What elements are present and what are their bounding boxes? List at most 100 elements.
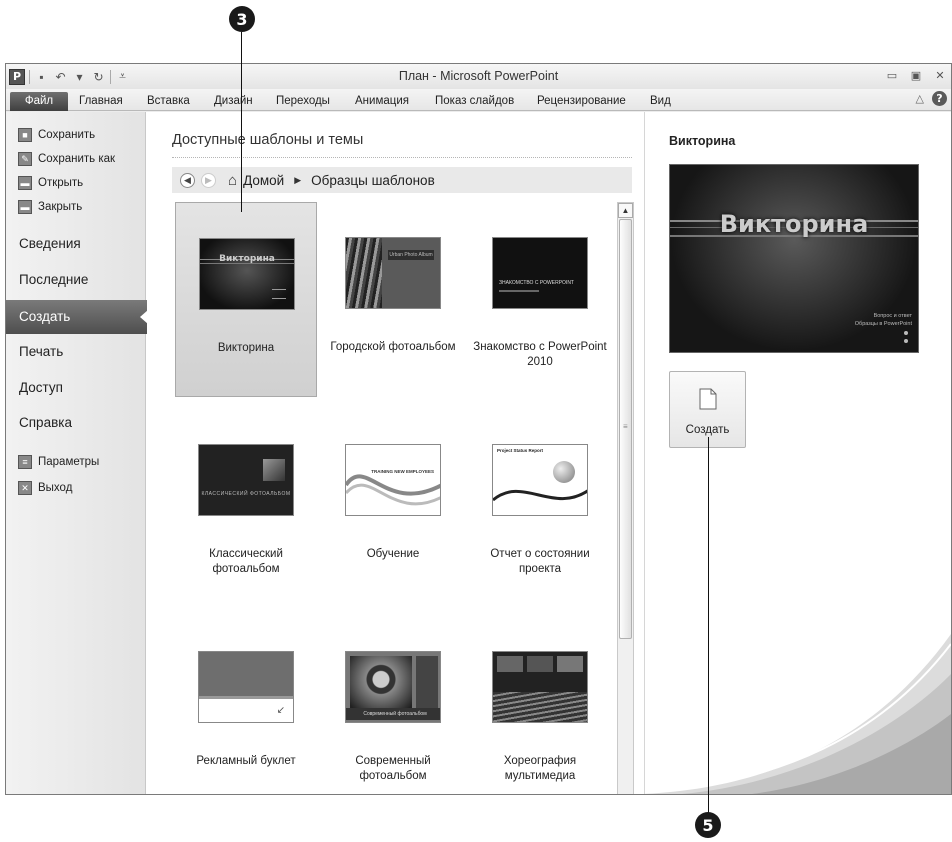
nav-save-as-label: Сохранить как <box>38 153 116 165</box>
template-tile-modern-album[interactable]: Современный фотоальбом Современный фотоа… <box>322 616 464 794</box>
nav-save[interactable]: ■ Сохранить <box>18 125 95 145</box>
tab-transitions[interactable]: Переходы <box>276 92 330 111</box>
nav-close-label: Закрыть <box>38 201 83 213</box>
breadcrumb-home[interactable]: Домой <box>243 173 284 188</box>
home-icon[interactable]: ⌂ <box>228 172 237 189</box>
template-label: Отчет о состоянии проекта <box>490 548 590 575</box>
template-thumbnail: Project Status Report <box>492 444 588 516</box>
thumbnail-title: Викторина <box>219 254 275 264</box>
scrollbar-thumb[interactable]: ≡ <box>619 219 632 639</box>
template-label: Классический фотоальбом <box>209 548 283 575</box>
template-thumbnail: КЛАССИЧЕСКИЙ ФОТОАЛЬБОМ <box>198 444 294 516</box>
quick-access-toolbar: P ▪ ↶ ▾ ↻ ⩡ <box>6 68 130 85</box>
preview-title: Викторина <box>669 134 736 148</box>
thumbnail-title: КЛАССИЧЕСКИЙ ФОТОАЛЬБОМ <box>201 491 291 497</box>
preview-slide-subtitle: Вопрос и ответ <box>873 313 912 319</box>
scroll-up-icon[interactable]: ▲ <box>618 203 633 218</box>
grip-icon: ≡ <box>623 422 628 431</box>
templates-heading: Доступные шаблоны и темы <box>172 132 364 148</box>
restore-window-icon[interactable]: ▣ <box>909 68 923 82</box>
back-arrow-icon[interactable]: ◀ <box>180 172 195 188</box>
template-tile-classic-album[interactable]: КЛАССИЧЕСКИЙ ФОТОАЛЬБОМ Классический фот… <box>175 409 317 604</box>
nav-open[interactable]: ▬ Открыть <box>18 173 83 193</box>
template-tile-urban-album[interactable]: Urban Photo Album Городской фотоальбом <box>322 202 464 397</box>
template-label: Хореография мультимедиа <box>503 755 577 782</box>
exit-icon: ✕ <box>18 481 32 495</box>
template-tile-ad-booklet[interactable]: ↙ Рекламный буклет <box>175 616 317 794</box>
nav-close[interactable]: ▬ Закрыть <box>18 197 82 217</box>
template-label: Обучение <box>366 548 420 560</box>
callout-line-3 <box>241 32 242 212</box>
tab-slide-show[interactable]: Показ слайдов <box>435 92 514 111</box>
thumbnail-title: TRAINING NEW EMPLOYEES <box>371 469 434 474</box>
close-window-icon[interactable]: ✕ <box>933 68 947 82</box>
tab-file[interactable]: Файл <box>10 92 68 111</box>
nav-tab-new[interactable]: Создать <box>6 300 148 334</box>
tab-view[interactable]: Вид <box>650 92 671 111</box>
preview-slide-title: Викторина <box>719 210 869 238</box>
thumbnail-title: ЗНАКОМСТВО С POWERPOINT <box>499 280 574 286</box>
backstage-view: ■ Сохранить ✎ Сохранить как ▬ Открыть ▬ … <box>6 112 951 794</box>
nav-tab-share[interactable]: Доступ <box>6 371 147 405</box>
breadcrumb-current: Образцы шаблонов <box>311 172 435 188</box>
template-thumbnail: ЗНАКОМСТВО С POWERPOINT <box>492 237 588 309</box>
template-label: Знакомство с PowerPoint 2010 <box>473 341 607 368</box>
nav-exit[interactable]: ✕ Выход <box>18 478 72 498</box>
tab-insert[interactable]: Вставка <box>147 92 190 111</box>
preview-slide: Викторина Вопрос и ответ Образцы в Power… <box>669 164 919 353</box>
forward-arrow-icon[interactable]: ▶ <box>201 172 216 188</box>
powerpoint-app-icon[interactable]: P <box>9 68 25 85</box>
collapse-ribbon-icon[interactable]: △ <box>916 92 924 105</box>
callout-marker-3: 3 <box>229 6 255 32</box>
template-thumbnail: Современный фотоальбом <box>345 651 441 723</box>
nav-tab-info[interactable]: Сведения <box>6 227 147 261</box>
qat-separator <box>29 69 30 84</box>
template-tile-training[interactable]: TRAINING NEW EMPLOYEES Обучение <box>322 409 464 604</box>
preview-panel: Викторина Викторина Вопрос и ответ Образ… <box>644 112 951 794</box>
undo-dropdown-icon[interactable]: ▾ <box>72 69 87 84</box>
create-button-label: Создать <box>685 424 730 436</box>
templates-panel: Доступные шаблоны и темы ◀ ▶ ⌂ Домой ▶ О… <box>147 112 644 794</box>
template-tile-project-status[interactable]: Project Status Report Отчет о состоянии … <box>469 409 611 604</box>
template-thumbnail: ↙ <box>198 651 294 723</box>
thumbnail-wave <box>493 489 587 502</box>
callout-line-5 <box>708 437 709 815</box>
help-icon[interactable]: ? <box>932 91 947 106</box>
nav-save-as[interactable]: ✎ Сохранить как <box>18 149 115 169</box>
thumbnail-swoosh <box>346 474 440 506</box>
gallery-scrollbar[interactable]: ▲ ≡ ▼ <box>617 202 634 794</box>
close-folder-icon: ▬ <box>18 200 32 214</box>
nav-exit-label: Выход <box>38 482 73 494</box>
title-bar: P ▪ ↶ ▾ ↻ ⩡ План - Microsoft PowerPoint … <box>6 64 951 89</box>
decorative-swoosh <box>645 634 951 794</box>
tab-review[interactable]: Рецензирование <box>537 92 626 111</box>
tab-animations[interactable]: Анимация <box>355 92 409 111</box>
window-controls: ▭ ▣ ✕ <box>885 68 947 82</box>
minimize-window-icon[interactable]: ▭ <box>885 68 899 82</box>
backstage-nav: ■ Сохранить ✎ Сохранить как ▬ Открыть ▬ … <box>6 112 148 794</box>
template-thumbnail: TRAINING NEW EMPLOYEES <box>345 444 441 516</box>
nav-tab-recent[interactable]: Последние <box>6 263 147 297</box>
template-gallery: Викторина Викторина Urban Photo Album Го… <box>172 202 617 794</box>
nav-options[interactable]: ≡ Параметры <box>18 452 99 472</box>
template-tile-intro-powerpoint[interactable]: ЗНАКОМСТВО С POWERPOINT Знакомство с Pow… <box>469 202 611 397</box>
customize-qat-icon[interactable]: ⩡ <box>115 69 130 84</box>
save-icon[interactable]: ▪ <box>34 69 49 84</box>
template-thumbnail <box>492 651 588 723</box>
template-tile-choreography[interactable]: Хореография мультимедиа <box>469 616 611 794</box>
preview-slide-subtitle: Образцы в PowerPoint <box>854 321 912 327</box>
template-tile-quiz[interactable]: Викторина Викторина <box>175 202 317 397</box>
thumbnail-title: Urban Photo Album <box>388 250 434 260</box>
save-as-icon: ✎ <box>18 152 32 166</box>
nav-tab-print[interactable]: Печать <box>6 335 147 369</box>
open-folder-icon: ▬ <box>18 176 32 190</box>
redo-icon[interactable]: ↻ <box>91 69 106 84</box>
nav-save-label: Сохранить <box>38 129 96 141</box>
tab-design[interactable]: Дизайн <box>214 92 253 111</box>
undo-icon[interactable]: ↶ <box>53 69 68 84</box>
nav-tab-help[interactable]: Справка <box>6 406 147 440</box>
template-thumbnail: Urban Photo Album <box>345 237 441 309</box>
new-document-icon <box>699 388 717 410</box>
template-thumbnail: Викторина <box>199 238 295 310</box>
tab-home[interactable]: Главная <box>79 92 123 111</box>
